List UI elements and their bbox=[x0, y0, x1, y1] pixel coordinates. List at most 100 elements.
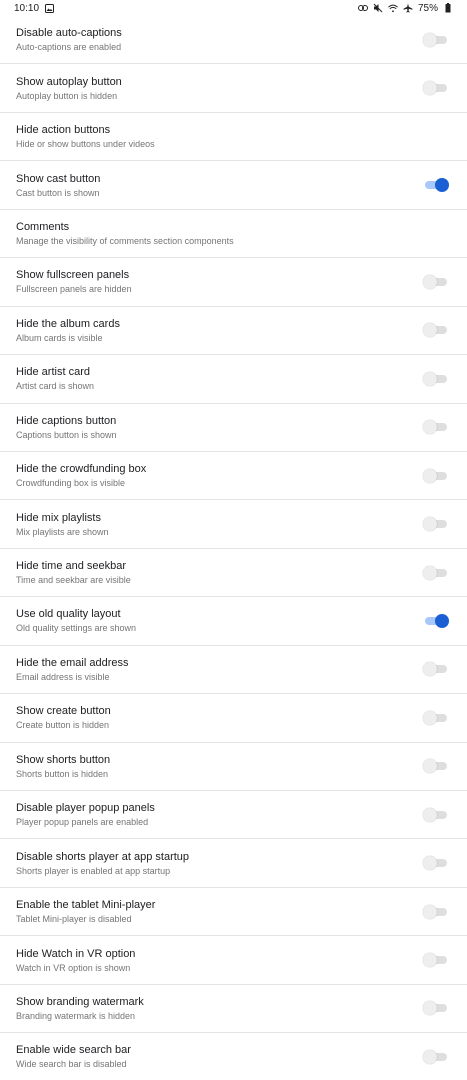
setting-row-show-create-button[interactable]: Show create button Create button is hidde… bbox=[0, 694, 467, 743]
setting-text: Hide Watch in VR option Watch in VR optio… bbox=[16, 947, 423, 974]
switch-thumb bbox=[435, 178, 449, 193]
toggle-switch-hide-time-and-seekbar[interactable] bbox=[423, 565, 449, 581]
setting-row-hide-the-album-cards[interactable]: Hide the album cards Album cards is visib… bbox=[0, 307, 467, 356]
setting-title: Hide artist card bbox=[16, 366, 90, 379]
setting-row-show-fullscreen-panels[interactable]: Show fullscreen panels Fullscreen panels … bbox=[0, 258, 467, 307]
switch-thumb bbox=[423, 856, 437, 871]
setting-summary: Shorts player is enabled at app startup bbox=[16, 865, 171, 876]
setting-row-hide-action-buttons[interactable]: Hide action buttons Hide or show buttons … bbox=[0, 113, 467, 162]
setting-title: Comments bbox=[16, 220, 70, 233]
setting-text: Hide artist card Artist card is shown bbox=[16, 365, 423, 392]
setting-text: Show autoplay button Autoplay button is h… bbox=[16, 75, 423, 102]
toggle-switch-show-branding-watermark[interactable] bbox=[423, 1000, 449, 1016]
setting-row-disable-shorts-player-at-app-startup[interactable]: Disable shorts player at app startup Shor… bbox=[0, 839, 467, 888]
setting-text: Show shorts button Shorts button is hidde… bbox=[16, 753, 423, 780]
toggle-switch-disable-player-popup-panels[interactable] bbox=[423, 807, 449, 823]
switch-thumb bbox=[423, 274, 437, 289]
setting-text: Hide action buttons Hide or show buttons … bbox=[16, 123, 423, 150]
setting-row-use-old-quality-layout[interactable]: Use old quality layout Old quality settin… bbox=[0, 597, 467, 646]
setting-summary: Autoplay button is hidden bbox=[16, 90, 118, 101]
toggle-switch-hide-the-album-cards[interactable] bbox=[423, 322, 449, 338]
setting-title: Hide the email address bbox=[16, 656, 129, 669]
setting-row-hide-mix-playlists[interactable]: Hide mix playlists Mix playlists are show… bbox=[0, 500, 467, 549]
setting-row-hide-captions-button[interactable]: Hide captions button Captions button is s… bbox=[0, 404, 467, 452]
airplane-icon bbox=[403, 3, 413, 13]
setting-text: Use old quality layout Old quality settin… bbox=[16, 607, 423, 634]
toggle-switch-hide-watch-in-vr-option[interactable] bbox=[423, 952, 449, 968]
switch-thumb bbox=[423, 323, 437, 338]
setting-summary: Create button is hidden bbox=[16, 720, 110, 731]
toggle-switch-show-create-button[interactable] bbox=[423, 710, 449, 726]
setting-summary: Player popup panels are enabled bbox=[16, 817, 149, 828]
setting-summary: Email address is visible bbox=[16, 671, 110, 682]
battery-icon bbox=[443, 3, 453, 13]
setting-text: Enable the tablet Mini-player Tablet Mini… bbox=[16, 898, 423, 925]
setting-row-hide-artist-card[interactable]: Hide artist card Artist card is shown bbox=[0, 355, 467, 404]
toggle-switch-hide-mix-playlists[interactable] bbox=[423, 516, 449, 532]
status-bar-right: 75% bbox=[357, 3, 453, 14]
setting-row-show-autoplay-button[interactable]: Show autoplay button Autoplay button is h… bbox=[0, 64, 467, 113]
status-bar-left: 10:10 bbox=[14, 3, 54, 14]
switch-thumb bbox=[423, 759, 437, 774]
wifi-icon bbox=[388, 3, 398, 13]
setting-text: Show fullscreen panels Fullscreen panels … bbox=[16, 268, 423, 295]
setting-row-disable-auto-captions[interactable]: Disable auto-captions Auto-captions are e… bbox=[0, 16, 467, 65]
setting-row-disable-player-popup-panels[interactable]: Disable player popup panels Player popup … bbox=[0, 791, 467, 840]
setting-title: Disable shorts player at app startup bbox=[16, 850, 190, 863]
setting-title: Show autoplay button bbox=[16, 75, 122, 88]
setting-summary: Fullscreen panels are hidden bbox=[16, 284, 132, 295]
setting-summary: Artist card is shown bbox=[16, 381, 95, 392]
setting-row-hide-the-crowdfunding-box[interactable]: Hide the crowdfunding box Crowdfunding bo… bbox=[0, 452, 467, 501]
switch-thumb bbox=[423, 32, 437, 47]
switch-thumb bbox=[423, 1001, 437, 1016]
setting-text: Hide time and seekbar Time and seekbar ar… bbox=[16, 559, 423, 586]
setting-text: Disable player popup panels Player popup … bbox=[16, 801, 423, 828]
setting-title: Enable the tablet Mini-player bbox=[16, 899, 156, 912]
setting-row-show-cast-button[interactable]: Show cast button Cast button is shown bbox=[0, 161, 467, 210]
toggle-switch-disable-shorts-player-at-app-startup[interactable] bbox=[423, 855, 449, 871]
toggle-switch-show-fullscreen-panels[interactable] bbox=[423, 274, 449, 290]
toggle-switch-show-autoplay-button[interactable] bbox=[423, 80, 449, 96]
toggle-switch-hide-the-crowdfunding-box[interactable] bbox=[423, 468, 449, 484]
toggle-switch-hide-captions-button[interactable] bbox=[423, 419, 449, 435]
switch-thumb bbox=[423, 1049, 437, 1064]
toggle-switch-show-shorts-button[interactable] bbox=[423, 758, 449, 774]
setting-row-show-shorts-button[interactable]: Show shorts button Shorts button is hidde… bbox=[0, 743, 467, 791]
setting-row-enable-the-tablet-mini-player[interactable]: Enable the tablet Mini-player Tablet Mini… bbox=[0, 888, 467, 937]
setting-title: Show fullscreen panels bbox=[16, 269, 130, 282]
setting-summary: Album cards is visible bbox=[16, 332, 103, 343]
toggle-switch-hide-the-email-address[interactable] bbox=[423, 661, 449, 677]
setting-title: Show create button bbox=[16, 705, 111, 718]
switch-thumb bbox=[423, 807, 437, 822]
setting-row-enable-wide-search-bar[interactable]: Enable wide search bar Wide search bar is… bbox=[0, 1033, 467, 1080]
toggle-switch-use-old-quality-layout[interactable] bbox=[423, 613, 449, 629]
setting-title: Hide Watch in VR option bbox=[16, 947, 136, 960]
setting-row-hide-the-email-address[interactable]: Hide the email address Email address is v… bbox=[0, 646, 467, 695]
setting-summary: Hide or show buttons under videos bbox=[16, 139, 155, 150]
toggle-switch-enable-wide-search-bar[interactable] bbox=[423, 1049, 449, 1065]
setting-row-show-branding-watermark[interactable]: Show branding watermark Branding watermar… bbox=[0, 985, 467, 1034]
setting-text: Show create button Create button is hidde… bbox=[16, 704, 423, 731]
switch-thumb bbox=[423, 565, 437, 580]
toggle-switch-enable-the-tablet-mini-player[interactable] bbox=[423, 904, 449, 920]
switch-thumb bbox=[423, 662, 437, 677]
setting-text: Disable auto-captions Auto-captions are e… bbox=[16, 26, 423, 53]
setting-summary: Crowdfunding box is visible bbox=[16, 478, 126, 489]
setting-text: Disable shorts player at app startup Shor… bbox=[16, 850, 423, 877]
setting-title: Disable auto-captions bbox=[16, 27, 122, 40]
toggle-switch-disable-auto-captions[interactable] bbox=[423, 32, 449, 48]
setting-title: Enable wide search bar bbox=[16, 1044, 131, 1057]
setting-title: Use old quality layout bbox=[16, 608, 121, 621]
setting-title: Show branding watermark bbox=[16, 995, 144, 1008]
link-icon bbox=[357, 3, 368, 13]
setting-row-hide-watch-in-vr-option[interactable]: Hide Watch in VR option Watch in VR optio… bbox=[0, 936, 467, 985]
setting-row-comments[interactable]: Comments Manage the visibility of comment… bbox=[0, 210, 467, 259]
setting-row-hide-time-and-seekbar[interactable]: Hide time and seekbar Time and seekbar ar… bbox=[0, 549, 467, 598]
setting-text: Show cast button Cast button is shown bbox=[16, 172, 423, 199]
switch-thumb bbox=[423, 468, 437, 483]
toggle-switch-show-cast-button[interactable] bbox=[423, 177, 449, 193]
switch-thumb bbox=[435, 613, 449, 628]
toggle-switch-hide-artist-card[interactable] bbox=[423, 371, 449, 387]
setting-summary: Time and seekbar are visible bbox=[16, 575, 131, 586]
setting-summary: Manage the visibility of comments sectio… bbox=[16, 235, 234, 246]
